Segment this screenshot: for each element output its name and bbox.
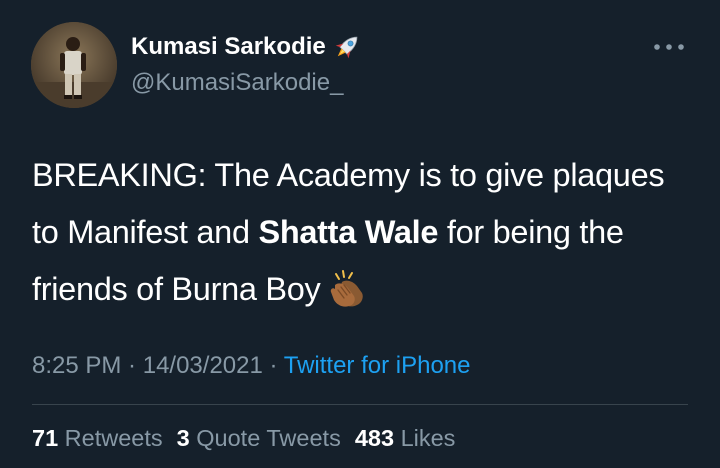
tweet-text: BREAKING: The Academy is to give plaques…: [32, 147, 692, 318]
meta-separator: ·: [121, 352, 143, 379]
meta-separator: ·: [262, 352, 284, 379]
likes-label: Likes: [394, 425, 456, 451]
display-name[interactable]: Kumasi Sarkodie: [131, 33, 326, 61]
clapping-hands-icon: [331, 270, 364, 307]
tweet-meta: 8:25 PM · 14/03/2021 · Twitter for iPhon…: [32, 352, 471, 380]
tweet-card: Kumasi Sarkodie @KumasiSarkodie_ BREAKIN…: [0, 0, 720, 468]
likes-stat[interactable]: 483 Likes: [355, 425, 456, 451]
retweets-count: 71: [32, 425, 59, 451]
tweet-stats: 71 Retweets 3 Quote Tweets 483 Likes: [32, 425, 455, 452]
handle[interactable]: @KumasiSarkodie_: [131, 69, 343, 97]
retweets-label: Retweets: [58, 425, 163, 451]
quote-tweets-stat[interactable]: 3 Quote Tweets: [177, 425, 341, 451]
tweet-date[interactable]: 14/03/2021: [143, 352, 263, 379]
rocket-icon: [335, 36, 358, 59]
tweet-text-bold: Shatta Wale: [258, 214, 439, 250]
likes-count: 483: [354, 425, 395, 451]
tweet-time[interactable]: 8:25 PM: [32, 352, 121, 379]
quote-tweets-count: 3: [176, 425, 190, 451]
avatar[interactable]: [31, 22, 117, 108]
quote-tweets-label: Quote Tweets: [189, 425, 341, 451]
retweets-stat[interactable]: 71 Retweets: [32, 425, 163, 451]
avatar-photo: [31, 22, 117, 108]
divider: [32, 404, 688, 405]
tweet-source-link[interactable]: Twitter for iPhone: [284, 352, 471, 379]
more-options-icon[interactable]: [652, 41, 686, 53]
